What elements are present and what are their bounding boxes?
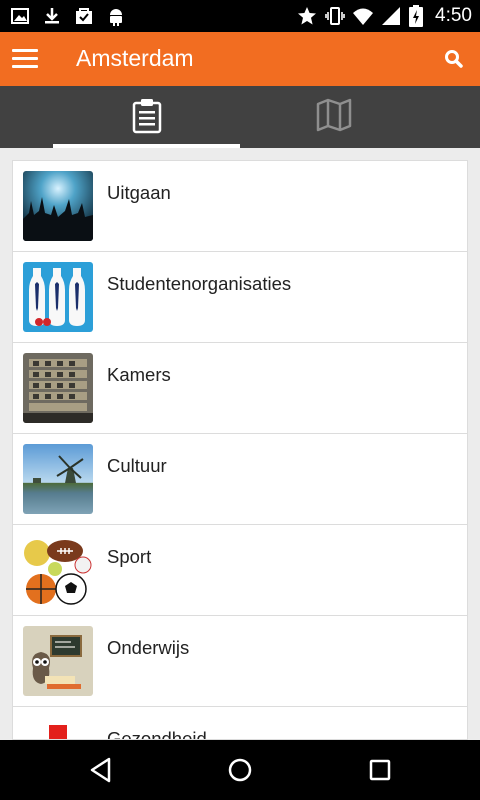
recents-icon[interactable] (366, 756, 394, 784)
windmill-thumbnail (23, 444, 93, 514)
map-icon (316, 98, 351, 132)
category-list: Uitgaan Studentenorganisaties Kamers Cul… (12, 160, 468, 740)
list-item-cultuur[interactable]: Cultuur (13, 434, 467, 525)
signal-icon (382, 7, 401, 25)
hamburger-menu-icon[interactable] (12, 46, 38, 72)
image-notification-icon (11, 8, 29, 24)
vibrate-icon (325, 7, 345, 25)
download-icon (45, 8, 59, 24)
list-item-sport[interactable]: Sport (13, 525, 467, 616)
wifi-icon (353, 8, 374, 25)
tab-bar (0, 86, 480, 148)
list-item-label: Kamers (107, 364, 171, 385)
battery-icon (409, 5, 424, 27)
bowling-pins-thumbnail (23, 262, 93, 332)
star-icon (298, 7, 317, 25)
list-item-label: Cultuur (107, 455, 167, 476)
status-bar: 4:50 (0, 0, 480, 32)
student-housing-thumbnail (23, 353, 93, 423)
back-icon[interactable] (87, 756, 115, 784)
system-icons: 4:50 (297, 4, 472, 28)
tab-list[interactable] (53, 86, 240, 148)
study-owl-thumbnail (23, 626, 93, 696)
list-item-label: Onderwijs (107, 637, 190, 658)
list-item-onderwijs[interactable]: Onderwijs (13, 616, 467, 707)
search-icon[interactable] (442, 47, 466, 71)
android-icon (110, 9, 122, 26)
list-item-gezondheid[interactable]: Gezondheid (13, 707, 467, 740)
home-icon[interactable] (226, 756, 254, 784)
red-cross-thumbnail (23, 717, 93, 739)
concert-crowd-thumbnail (23, 171, 93, 241)
app-bar: Amsterdam (0, 32, 480, 86)
selected-tab-indicator (53, 144, 240, 148)
list-item-label: Gezondheid (107, 728, 207, 740)
notification-icons (10, 6, 126, 26)
list-item-kamers[interactable]: Kamers (13, 343, 467, 434)
list-item-label: Studentenorganisaties (107, 273, 292, 294)
shopping-bag-icon (76, 8, 92, 24)
system-navigation-bar (0, 740, 480, 800)
list-item-label: Uitgaan (107, 182, 171, 203)
list-item-uitgaan[interactable]: Uitgaan (13, 161, 467, 252)
clipboard-list-icon (132, 99, 161, 134)
clock: 4:50 (435, 5, 472, 26)
list-item-label: Sport (107, 546, 152, 567)
page-title: Amsterdam (76, 45, 194, 71)
list-item-studentenorganisaties[interactable]: Studentenorganisaties (13, 252, 467, 343)
sports-balls-thumbnail (23, 535, 93, 605)
tab-map[interactable] (240, 86, 427, 148)
